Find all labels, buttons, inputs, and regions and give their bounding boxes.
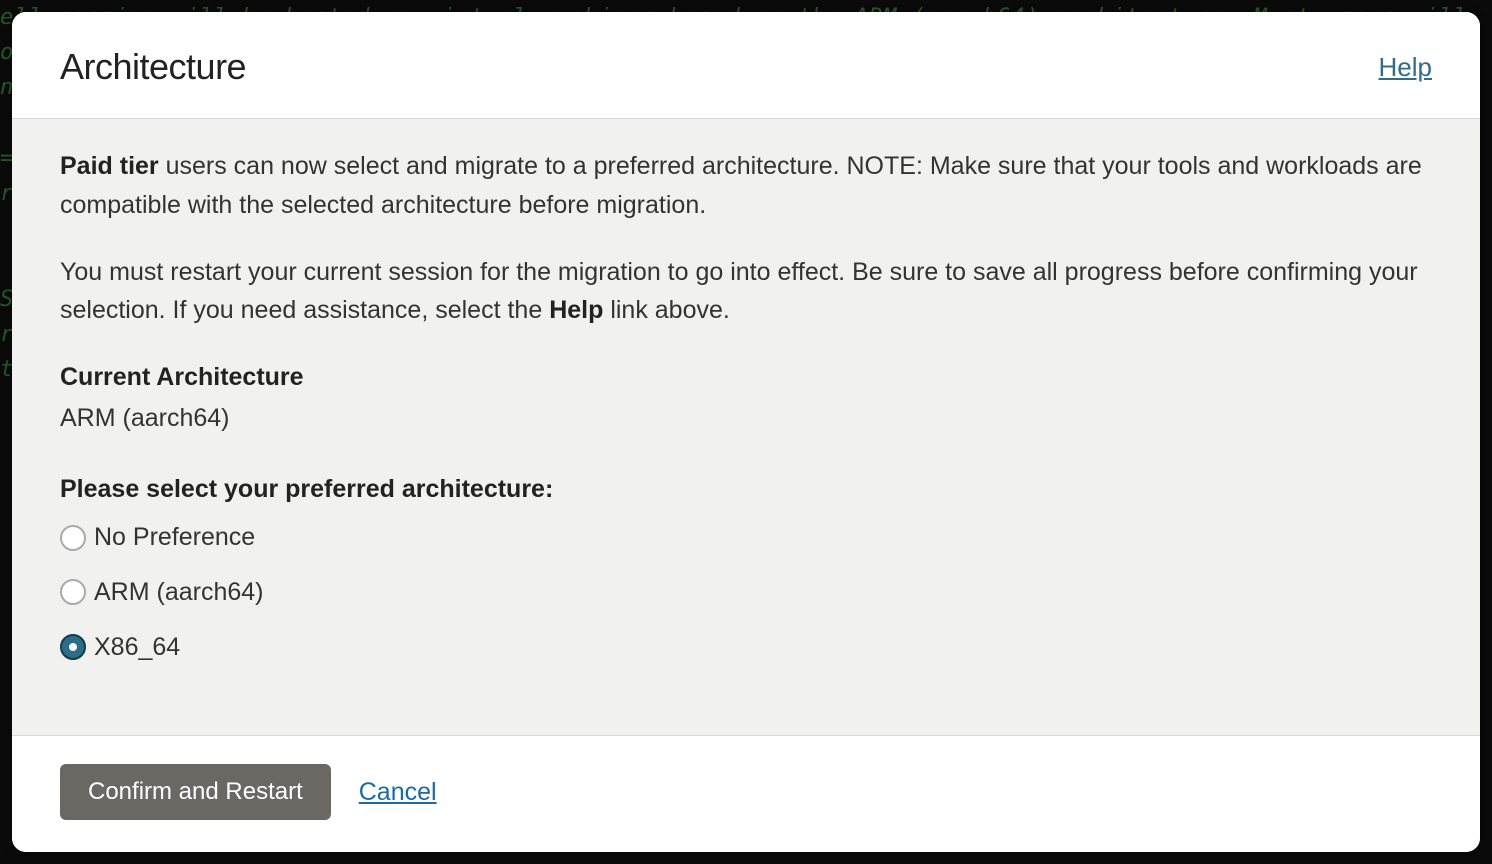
radio-label: No Preference <box>94 518 255 557</box>
current-architecture-value: ARM (aarch64) <box>60 399 1432 438</box>
modal-footer: Confirm and Restart Cancel <box>12 736 1480 852</box>
info-paragraph-2: You must restart your current session fo… <box>60 253 1432 331</box>
info-paragraph-1: Paid tier users can now select and migra… <box>60 147 1432 225</box>
modal-title: Architecture <box>60 46 246 88</box>
radio-option-no-preference[interactable]: No Preference <box>60 518 1432 557</box>
current-architecture-label: Current Architecture <box>60 358 1432 397</box>
radio-label: X86_64 <box>94 628 180 667</box>
modal-body: Paid tier users can now select and migra… <box>12 119 1480 736</box>
radio-label: ARM (aarch64) <box>94 573 264 612</box>
select-architecture-label: Please select your preferred architectur… <box>60 470 1432 509</box>
radio-icon <box>60 525 86 551</box>
radio-option-arm[interactable]: ARM (aarch64) <box>60 573 1432 612</box>
cancel-link[interactable]: Cancel <box>359 778 437 807</box>
radio-group: No Preference ARM (aarch64) X86_64 <box>60 518 1432 666</box>
confirm-restart-button[interactable]: Confirm and Restart <box>60 764 331 820</box>
modal-header: Architecture Help <box>12 12 1480 119</box>
radio-option-x86[interactable]: X86_64 <box>60 628 1432 667</box>
architecture-modal: Architecture Help Paid tier users can no… <box>12 12 1480 852</box>
help-link[interactable]: Help <box>1379 52 1432 83</box>
radio-icon-selected <box>60 634 86 660</box>
radio-icon <box>60 579 86 605</box>
